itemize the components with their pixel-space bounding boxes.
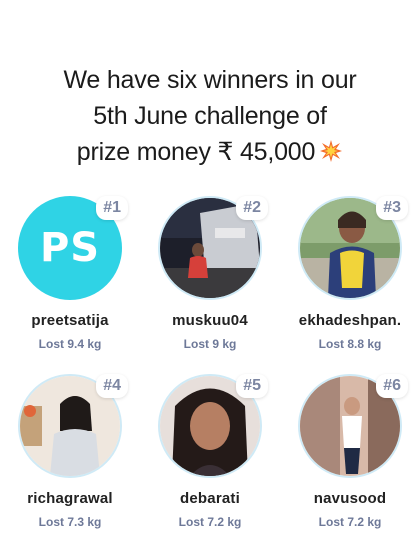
avatar-container: #4 — [18, 374, 128, 478]
avatar-container: #3 — [298, 196, 408, 300]
weight-lost: Lost 7.3 kg — [38, 515, 102, 529]
weight-lost: Lost 7.2 kg — [318, 515, 382, 529]
winner-username: navusood — [313, 490, 387, 507]
winner-username: muskuu04 — [172, 312, 248, 329]
collision-icon — [320, 140, 343, 162]
avatar-container: PS #1 — [18, 196, 128, 300]
avatar-container: #5 — [158, 374, 268, 478]
weight-lost: Lost 8.8 kg — [318, 337, 382, 351]
rank-badge: #6 — [376, 374, 408, 398]
rank-badge: #4 — [96, 374, 128, 398]
winner-username: preetsatija — [31, 312, 109, 329]
rank-badge: #1 — [96, 196, 128, 220]
winner-card-1[interactable]: PS #1 preetsatija Lost 9.4 kg — [0, 193, 140, 371]
avatar-container: #2 — [158, 196, 268, 300]
headline-line-2: 5th June challenge of — [93, 102, 327, 130]
weight-lost: Lost 7.2 kg — [178, 515, 242, 529]
winner-card-4[interactable]: #4 richagrawal Lost 7.3 kg — [0, 371, 140, 549]
avatar-container: #6 — [298, 374, 408, 478]
winners-announcement: We have six winners in our 5th June chal… — [0, 0, 420, 560]
winner-card-6[interactable]: #6 navusood Lost 7.2 kg — [280, 371, 420, 549]
winner-username: richagrawal — [27, 490, 113, 507]
winner-card-3[interactable]: #3 ekhadeshpan. Lost 8.8 kg — [280, 193, 420, 371]
winners-grid: PS #1 preetsatija Lost 9.4 kg #2 muskuu0… — [0, 193, 420, 549]
weight-lost: Lost 9 kg — [183, 337, 237, 351]
headline-line-3: prize money ₹ 45,000 — [0, 134, 420, 170]
rank-badge: #2 — [236, 196, 268, 220]
weight-lost: Lost 9.4 kg — [38, 337, 102, 351]
winner-card-5[interactable]: #5 debarati Lost 7.2 kg — [140, 371, 280, 549]
headline-line-3-text: prize money ₹ 45,000 — [76, 138, 316, 166]
winner-card-2[interactable]: #2 muskuu04 Lost 9 kg — [140, 193, 280, 371]
announcement-headline: We have six winners in our 5th June chal… — [0, 62, 420, 170]
winner-username: ekhadeshpan. — [298, 312, 402, 329]
rank-badge: #3 — [376, 196, 408, 220]
rank-badge: #5 — [236, 374, 268, 398]
headline-line-1: We have six winners in our — [63, 66, 357, 94]
winner-username: debarati — [180, 490, 240, 507]
